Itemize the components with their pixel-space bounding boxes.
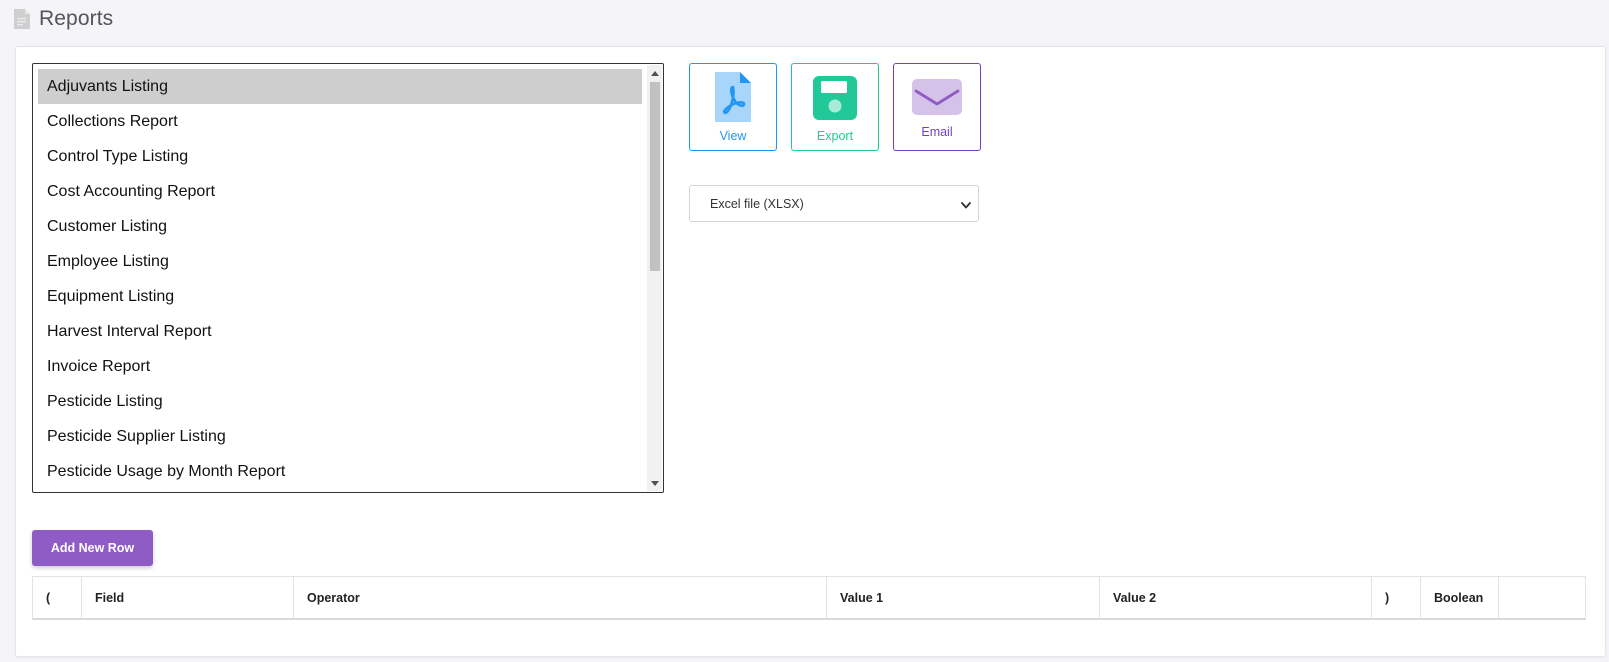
envelope-icon: [894, 78, 980, 116]
document-icon: [13, 8, 31, 30]
report-item-employee-listing[interactable]: Employee Listing: [38, 244, 642, 279]
column-header-operator: Operator: [294, 577, 827, 618]
export-button[interactable]: Export: [791, 63, 879, 151]
criteria-table: ( Field Operator Value 1 Value 2 ) Boole…: [32, 576, 1586, 620]
view-button-label: View: [719, 129, 747, 143]
scroll-thumb[interactable]: [650, 82, 660, 271]
report-item-collections-report[interactable]: Collections Report: [38, 104, 642, 139]
add-new-row-button[interactable]: Add New Row: [32, 530, 153, 566]
email-button[interactable]: Email: [893, 63, 981, 151]
report-item-pesticide-usage-by-month-report[interactable]: Pesticide Usage by Month Report: [38, 454, 642, 489]
email-button-label: Email: [921, 125, 953, 139]
column-header-field: Field: [82, 577, 294, 618]
report-item-invoice-report[interactable]: Invoice Report: [38, 349, 642, 384]
report-listbox[interactable]: Adjuvants Listing Collections Report Con…: [32, 63, 664, 493]
report-item-equipment-listing[interactable]: Equipment Listing: [38, 279, 642, 314]
column-header-value-2: Value 2: [1100, 577, 1372, 618]
page-title: Reports: [39, 7, 114, 30]
column-header-actions: [1499, 577, 1585, 618]
report-items: Adjuvants Listing Collections Report Con…: [38, 69, 642, 489]
export-format-value: Excel file (XLSX): [710, 196, 804, 211]
pdf-file-icon: [690, 71, 776, 123]
report-item-customer-listing[interactable]: Customer Listing: [38, 209, 642, 244]
view-button[interactable]: View: [689, 63, 777, 151]
scroll-up-arrow-icon[interactable]: [647, 65, 662, 81]
report-item-adjuvants-listing[interactable]: Adjuvants Listing: [38, 69, 642, 104]
export-button-label: Export: [816, 129, 854, 143]
report-list-scrollbar[interactable]: [647, 65, 662, 491]
page-header: Reports: [13, 6, 113, 32]
reports-card: Adjuvants Listing Collections Report Con…: [15, 46, 1606, 657]
column-header-boolean: Boolean: [1421, 577, 1499, 618]
chevron-down-icon: [961, 198, 971, 212]
floppy-disk-icon: [792, 75, 878, 121]
report-item-pesticide-supplier-listing[interactable]: Pesticide Supplier Listing: [38, 419, 642, 454]
report-item-control-type-listing[interactable]: Control Type Listing: [38, 139, 642, 174]
column-header-value-1: Value 1: [827, 577, 1100, 618]
scroll-down-arrow-icon[interactable]: [647, 475, 662, 491]
report-item-pesticide-listing[interactable]: Pesticide Listing: [38, 384, 642, 419]
report-item-harvest-interval-report[interactable]: Harvest Interval Report: [38, 314, 642, 349]
report-item-cost-accounting-report[interactable]: Cost Accounting Report: [38, 174, 642, 209]
column-header-open-paren: (: [33, 577, 82, 618]
column-header-close-paren: ): [1372, 577, 1421, 618]
export-format-select[interactable]: Excel file (XLSX): [689, 185, 979, 222]
